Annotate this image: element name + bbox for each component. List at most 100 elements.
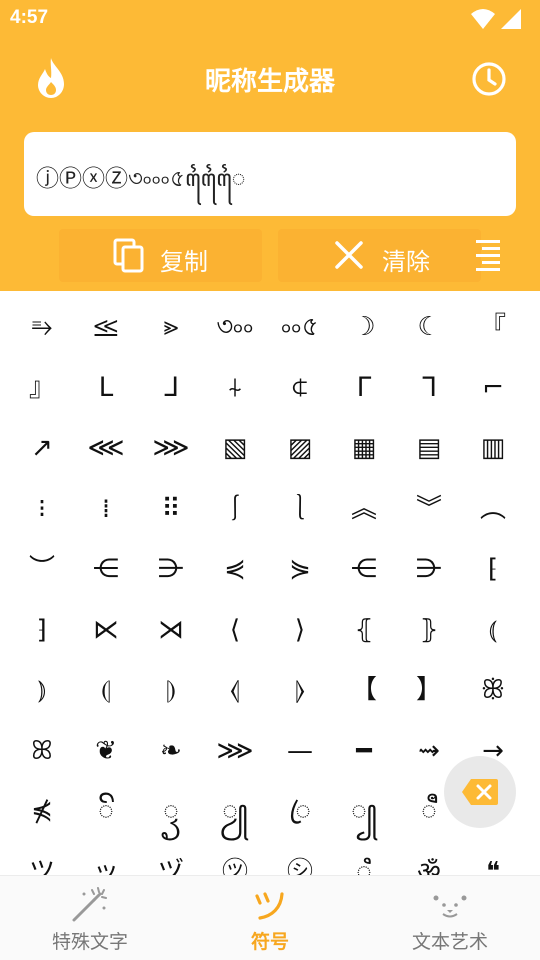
symbol-cell[interactable]: ⦅ bbox=[461, 600, 525, 660]
symbol-cell[interactable]: ⦇ bbox=[74, 660, 138, 720]
symbol-cell[interactable]: ৩৹৹ bbox=[203, 297, 267, 357]
backspace-icon bbox=[462, 779, 498, 805]
symbol-cell[interactable]: ⦉ bbox=[203, 660, 267, 720]
status-time: 4:57 bbox=[10, 7, 49, 28]
symbol-cell[interactable]: ▤ bbox=[397, 418, 461, 478]
symbol-cell[interactable]: ⋟ bbox=[268, 539, 332, 599]
symbol-cell[interactable]: 『 bbox=[461, 297, 525, 357]
history-icon[interactable] bbox=[471, 61, 507, 97]
header: 4:57 昵称生成器 ⓙⓅⓧⓏ৩৹৹৹৫ꦻꦻꦻ 复制 清除 bbox=[0, 0, 540, 291]
symbol-cell[interactable]: — bbox=[268, 721, 332, 781]
symbol-cell[interactable]: ㋛ bbox=[268, 842, 332, 876]
symbol-cell[interactable]: ⎰ bbox=[203, 479, 267, 539]
app-title: 昵称生成器 bbox=[204, 67, 335, 97]
symbol-cell[interactable]: 】 bbox=[397, 660, 461, 720]
symbol-cell[interactable]: ︾ bbox=[397, 479, 461, 539]
symbol-cell[interactable]: ᒧ bbox=[139, 358, 203, 418]
symbol-cell[interactable]: ッ bbox=[74, 842, 138, 876]
symbol-cell[interactable]: ツ bbox=[10, 842, 74, 876]
backspace-button[interactable] bbox=[444, 756, 516, 828]
nav-label: 特殊文字 bbox=[51, 931, 128, 953]
symbol-cell[interactable]: ⦊ bbox=[268, 660, 332, 720]
symbol-cell[interactable]: ︵ bbox=[461, 479, 525, 539]
copy-button[interactable]: 复制 bbox=[59, 229, 262, 282]
symbol-cell[interactable]: 【 bbox=[332, 660, 396, 720]
symbol-cell[interactable]: ᒪ bbox=[74, 358, 138, 418]
symbol-cell[interactable]: ⁅ bbox=[461, 539, 525, 599]
symbol-cell[interactable]: ⋙ bbox=[139, 418, 203, 478]
kaomoji-face-icon bbox=[433, 895, 467, 918]
symbol-cell[interactable]: ⍧ bbox=[268, 358, 332, 418]
symbol-cell[interactable]: ▦ bbox=[332, 418, 396, 478]
symbol-cell[interactable]: ⋞ bbox=[203, 539, 267, 599]
symbol-cell[interactable]: ꦾ bbox=[203, 781, 267, 841]
symbol-cell[interactable]: ꕥ bbox=[461, 660, 525, 720]
symbol-cell[interactable]: ⌐ bbox=[461, 358, 525, 418]
symbol-cell[interactable]: ꦶ bbox=[332, 842, 396, 876]
symbol-cell[interactable]: ⁝ bbox=[10, 479, 74, 539]
symbol-cell[interactable]: ━ bbox=[332, 721, 396, 781]
symbol-cell[interactable]: ⁆ bbox=[10, 600, 74, 660]
symbol-cell[interactable]: ︽ bbox=[332, 479, 396, 539]
nav-text-art[interactable]: 文本艺术 bbox=[360, 876, 540, 960]
clear-button[interactable]: 清除 bbox=[278, 229, 481, 282]
menu-lines-icon[interactable] bbox=[474, 238, 504, 272]
symbol-cell[interactable]: ⋲ bbox=[332, 539, 396, 599]
symbol-cell[interactable]: ꦽ bbox=[139, 781, 203, 841]
symbol-cell[interactable]: ▥ bbox=[461, 418, 525, 478]
symbol-cell[interactable]: ॐ bbox=[397, 842, 461, 876]
symbol-cell[interactable]: 』 bbox=[10, 358, 74, 418]
symbol-cell[interactable]: ⋺ bbox=[139, 539, 203, 599]
symbol-cell[interactable]: ⦈ bbox=[139, 660, 203, 720]
symbol-cell[interactable]: ⋉ bbox=[74, 600, 138, 660]
nickname-input[interactable]: ⓙⓅⓧⓏ৩৹৹৹৫ꦻꦻꦻ bbox=[24, 132, 516, 216]
symbol-cell[interactable]: ⋘ bbox=[74, 418, 138, 478]
copy-icon bbox=[113, 238, 144, 273]
symbol-cell[interactable]: ⦃ bbox=[332, 600, 396, 660]
symbol-cell[interactable]: ▨ bbox=[268, 418, 332, 478]
symbol-cell[interactable]: ⦄ bbox=[397, 600, 461, 660]
symbol-cell[interactable]: ㋡ bbox=[203, 842, 267, 876]
symbol-cell[interactable]: ꧀ bbox=[332, 781, 396, 841]
symbol-cell[interactable]: ▧ bbox=[203, 418, 267, 478]
symbol-cell[interactable]: ⋺ bbox=[397, 539, 461, 599]
symbol-cell[interactable]: ᒥ bbox=[332, 358, 396, 418]
symbol-cell[interactable]: ꦼ bbox=[74, 781, 138, 841]
symbol-cell[interactable]: ❧ bbox=[139, 721, 203, 781]
symbol-cell[interactable]: ⟨ bbox=[203, 600, 267, 660]
close-icon bbox=[335, 241, 363, 269]
wifi-icon bbox=[470, 9, 495, 29]
nickname-input-text[interactable]: ⓙⓅⓧⓏ৩৹৹৹৫ꦻꦻꦻ bbox=[36, 159, 245, 208]
symbol-cell[interactable]: ☽ bbox=[332, 297, 396, 357]
symbol-cell[interactable]: ☾ bbox=[397, 297, 461, 357]
symbol-cell[interactable]: ⋲ bbox=[74, 539, 138, 599]
symbol-cell[interactable]: ⋙ bbox=[203, 721, 267, 781]
nav-special-text[interactable]: 特殊文字 bbox=[0, 876, 180, 960]
symbol-cell[interactable]: ⪢ bbox=[139, 297, 203, 357]
symbol-cell[interactable]: ꦿ bbox=[268, 781, 332, 841]
symbol-cell[interactable]: ❝ bbox=[461, 842, 525, 876]
symbol-cell[interactable]: ৹৹৫ bbox=[268, 297, 332, 357]
bottom-nav: 特殊文字 符号 文本艺术 bbox=[0, 875, 540, 960]
clear-label: 清除 bbox=[382, 248, 430, 276]
symbol-cell[interactable]: ↗ bbox=[10, 418, 74, 478]
status-icons bbox=[470, 8, 522, 30]
symbol-cell[interactable]: ⟩ bbox=[268, 600, 332, 660]
symbol-cell[interactable]: ❦ bbox=[74, 721, 138, 781]
nav-label: 文本艺术 bbox=[411, 931, 488, 953]
symbol-cell[interactable]: ⠿ bbox=[139, 479, 203, 539]
symbol-cell[interactable]: ︶ bbox=[10, 539, 74, 599]
symbol-cell[interactable]: ⪣ bbox=[74, 297, 138, 357]
symbol-cell[interactable]: ⋠ bbox=[10, 781, 74, 841]
symbol-cell[interactable]: ᒣ bbox=[397, 358, 461, 418]
symbol-cell[interactable]: ⋊ bbox=[139, 600, 203, 660]
symbol-cell[interactable]: ⦆ bbox=[10, 660, 74, 720]
symbol-cell[interactable]: ⁞ bbox=[74, 479, 138, 539]
symbol-cell[interactable]: ⍭ bbox=[203, 358, 267, 418]
nav-label: 符号 bbox=[250, 931, 289, 953]
symbol-cell[interactable]: ꕤ bbox=[10, 721, 74, 781]
symbol-cell[interactable]: ヅ bbox=[139, 842, 203, 876]
symbol-cell[interactable]: ⎱ bbox=[268, 479, 332, 539]
symbol-cell[interactable]: ⥱ bbox=[10, 297, 74, 357]
nav-symbols[interactable]: 符号 bbox=[180, 876, 360, 960]
